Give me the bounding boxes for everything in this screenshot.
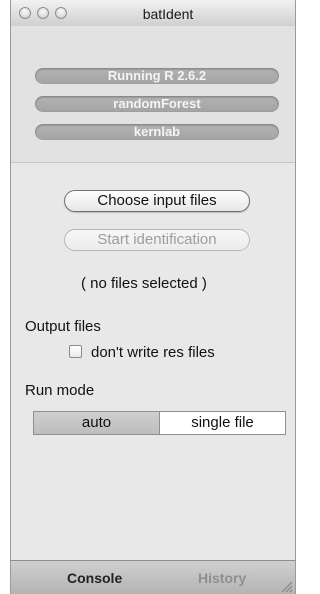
dont-write-res-checkbox[interactable] xyxy=(69,345,82,358)
status-r-version: Running R 2.6.2 xyxy=(35,68,279,84)
window-title: batIdent xyxy=(142,6,194,22)
output-files-heading: Output files xyxy=(25,318,101,335)
resize-grip-icon[interactable] xyxy=(279,579,293,593)
status-randomforest: randomForest xyxy=(35,96,279,112)
app-window: batIdent Running R 2.6.2 randomForest ke… xyxy=(10,0,296,594)
run-mode-auto-segment[interactable]: auto xyxy=(33,411,160,435)
bottom-tab-bar: Console History xyxy=(11,560,295,594)
start-identification-button[interactable]: Start identification xyxy=(64,229,250,251)
run-mode-single-file-segment[interactable]: single file xyxy=(160,411,286,435)
dont-write-res-label[interactable]: don't write res files xyxy=(91,344,215,361)
tab-history[interactable]: History xyxy=(198,570,246,586)
choose-input-files-button[interactable]: Choose input files xyxy=(64,190,250,212)
title-bar[interactable]: batIdent xyxy=(11,0,295,27)
status-kernlab: kernlab xyxy=(35,124,279,140)
status-panel: Running R 2.6.2 randomForest kernlab xyxy=(11,26,295,163)
tab-console[interactable]: Console xyxy=(67,570,122,586)
selection-status-text: ( no files selected ) xyxy=(81,275,207,292)
run-mode-heading: Run mode xyxy=(25,382,95,399)
